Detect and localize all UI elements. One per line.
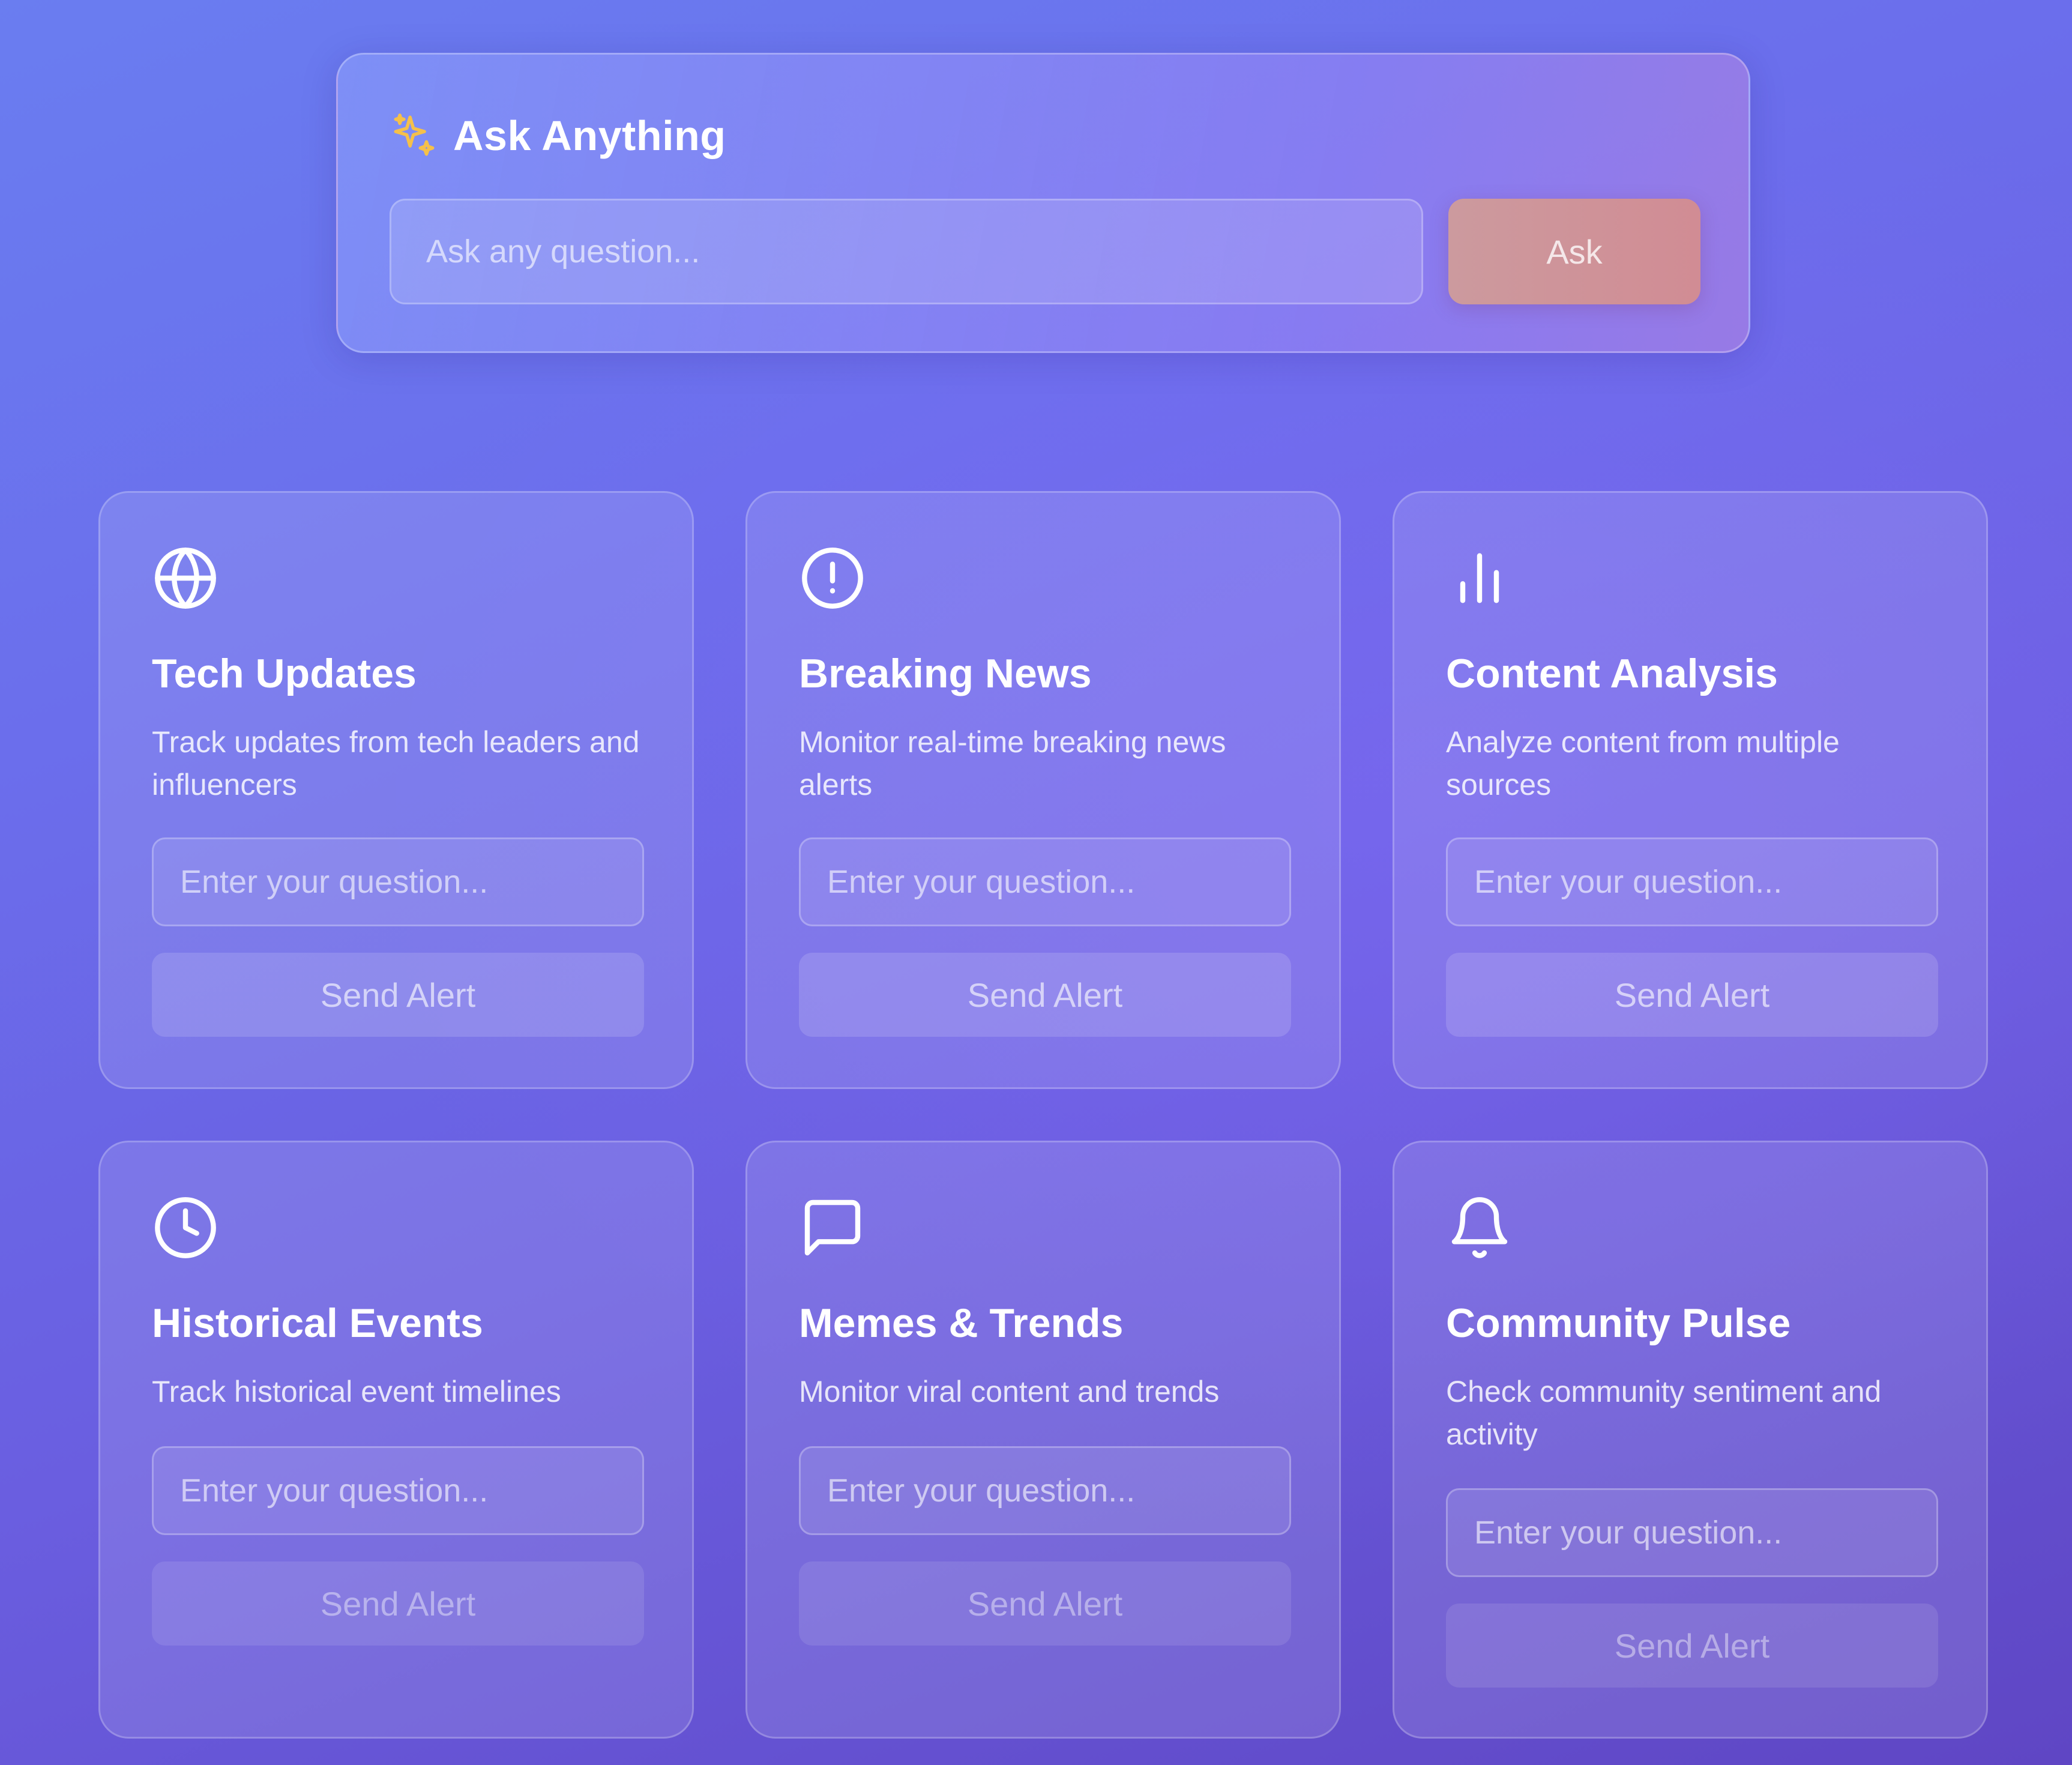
sparkle-icon (394, 113, 435, 156)
card-description: Monitor viral content and trends (799, 1375, 1220, 1408)
card-historical-events: Historical Events Track historical event… (98, 1141, 694, 1739)
card-question-input[interactable] (799, 1446, 1291, 1535)
card-memes-trends: Memes & Trends Monitor viral content and… (745, 1141, 1341, 1739)
card-description: Track historical event timelines (152, 1375, 561, 1408)
card-title: Breaking News (799, 651, 1092, 696)
card-question-input[interactable] (1446, 837, 1938, 926)
bell-icon (1451, 1197, 1508, 1258)
alert-circle-icon (802, 548, 863, 609)
card-description: Check community sentiment and activity (1446, 1375, 1882, 1451)
card-title: Historical Events (152, 1300, 483, 1346)
card-title: Memes & Trends (799, 1300, 1124, 1346)
card-question-input[interactable] (1446, 1488, 1938, 1577)
clock-icon (155, 1197, 216, 1258)
card-question-input[interactable] (152, 837, 644, 926)
card-title: Community Pulse (1446, 1300, 1791, 1346)
bar-chart-icon (1460, 553, 1499, 603)
card-description: Track updates from tech leaders and infl… (152, 725, 640, 801)
card-question-input[interactable] (152, 1446, 644, 1535)
send-alert-button[interactable]: Send Alert (1446, 953, 1938, 1037)
ask-button[interactable]: Ask (1448, 199, 1700, 304)
send-alert-button[interactable]: Send Alert (799, 1561, 1291, 1646)
card-content-analysis: Content Analysis Analyze content from mu… (1393, 491, 1988, 1089)
send-alert-button[interactable]: Send Alert (152, 953, 644, 1037)
card-tech-updates: Tech Updates Track updates from tech lea… (98, 491, 694, 1089)
card-question-input[interactable] (799, 837, 1291, 926)
send-alert-button[interactable]: Send Alert (799, 953, 1291, 1037)
globe-icon (155, 548, 216, 609)
card-description: Analyze content from multiple sources (1446, 725, 1840, 801)
ask-anything-header: Ask Anything (390, 109, 726, 163)
card-breaking-news: Breaking News Monitor real-time breaking… (745, 491, 1341, 1089)
send-alert-button[interactable]: Send Alert (1446, 1604, 1938, 1688)
card-community-pulse: Community Pulse Check community sentimen… (1393, 1141, 1988, 1739)
message-square-icon (804, 1199, 861, 1256)
send-alert-button[interactable]: Send Alert (152, 1561, 644, 1646)
card-title: Content Analysis (1446, 651, 1778, 696)
ask-question-input[interactable] (390, 199, 1423, 304)
card-description: Monitor real-time breaking news alerts (799, 725, 1226, 801)
ask-anything-panel: Ask Anything Ask (336, 53, 1750, 353)
ask-anything-title: Ask Anything (453, 112, 726, 159)
card-title: Tech Updates (152, 651, 417, 696)
